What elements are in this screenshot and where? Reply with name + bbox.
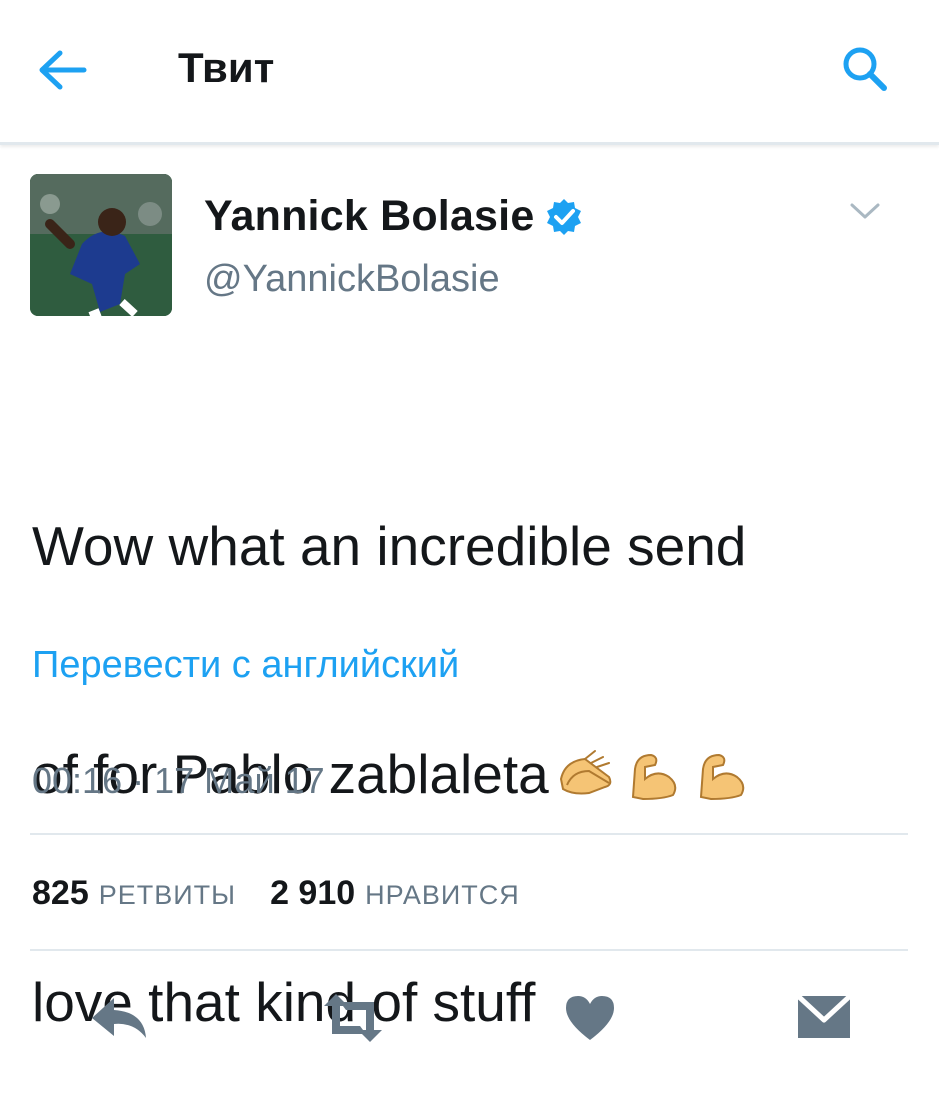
tweet-stats: 825 РЕТВИТЫ 2 910 НРАВИТСЯ [32,874,554,913]
author-name-row[interactable]: Yannick Bolasie [204,192,584,241]
likes-label[interactable]: НРАВИТСЯ [365,880,520,911]
flexed-biceps-icon [631,753,676,801]
direct-message-button[interactable] [796,990,862,1046]
chevron-down-icon [850,203,880,219]
like-icon [566,996,614,1040]
app-header: Твит [0,0,939,145]
search-icon [843,47,887,91]
tweet-timestamp[interactable]: 00:16 · 17 Май 17 [32,760,325,802]
tweet-text-line: Wow what an incredible send [32,515,747,577]
direct-message-icon [796,994,852,1038]
divider [30,833,908,835]
translate-link[interactable]: Перевести с английский [32,644,459,687]
likes-count[interactable]: 2 910 [270,874,355,913]
flexed-biceps-icon [699,753,744,801]
reply-button[interactable] [88,990,154,1046]
retweet-button[interactable] [318,990,384,1046]
tweet-menu-button[interactable] [848,200,882,222]
clapping-hands-icon [559,750,612,795]
retweets-count[interactable]: 825 [32,874,89,913]
retweet-icon [324,994,382,1042]
page-title: Твит [178,44,275,91]
avatar[interactable] [30,174,172,316]
arrow-left-icon [39,50,87,90]
back-button[interactable] [36,48,88,92]
tweet-text: Wow what an incredible send of for Pablo… [32,356,892,1116]
retweets-label[interactable]: РЕТВИТЫ [99,880,236,911]
avatar-photo [30,174,172,316]
verified-badge-icon [547,198,582,235]
like-button[interactable] [562,990,628,1046]
search-button[interactable] [840,44,890,94]
divider [30,949,908,951]
author-handle[interactable]: @YannickBolasie [204,258,500,301]
author-name[interactable]: Yannick Bolasie [204,192,534,241]
tweet-text-line: love that kind of stuff [32,971,536,1033]
reply-icon [92,998,146,1038]
